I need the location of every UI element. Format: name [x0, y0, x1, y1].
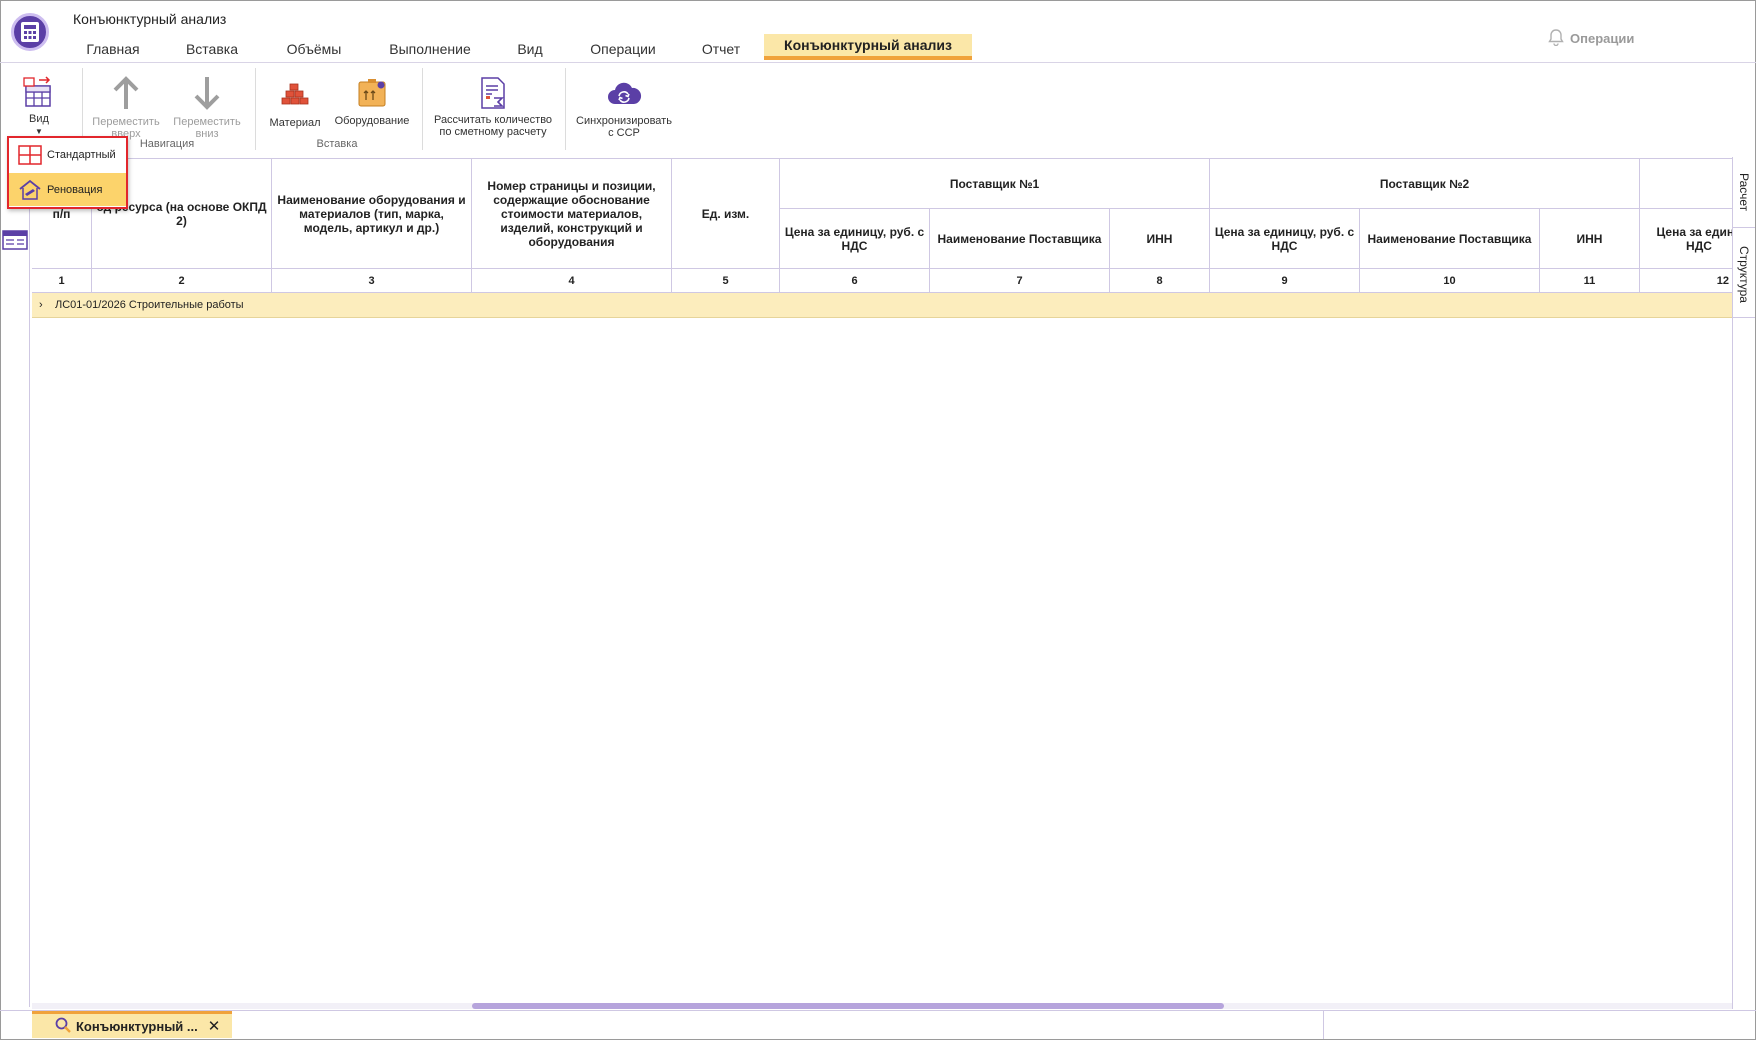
document-tab-label: Конъюнктурный ... [76, 1018, 198, 1034]
column-number: 8 [1110, 269, 1210, 293]
box-icon [356, 78, 388, 111]
sync-ssr-label: Синхронизировать [576, 115, 672, 127]
group-row-label: ЛС01-01/2026 Строительные работы [55, 299, 244, 311]
view-option-standard-label: Стандартный [47, 148, 116, 161]
view-option-renovation[interactable]: Реновация [9, 173, 126, 206]
tab-calculation-label: Расчет [1737, 173, 1751, 212]
standard-grid-icon [17, 144, 43, 166]
table-view-icon[interactable] [2, 229, 28, 251]
tab-view[interactable]: Вид [508, 36, 552, 62]
tab-report[interactable]: Отчет [692, 36, 750, 62]
tab-structure-label: Структура [1737, 246, 1751, 303]
header-inn-1[interactable]: ИНН [1110, 209, 1210, 269]
view-dropdown-menu: Стандартный Реновация [7, 136, 128, 209]
tab-execution[interactable]: Выполнение [380, 36, 480, 62]
sync-ssr-label-2: с ССР [608, 127, 640, 139]
view-button[interactable]: Вид ▼ [18, 76, 60, 138]
data-grid: п/п од ресурса (на основе ОКПД 2) Наимен… [32, 158, 1732, 1003]
document-tab[interactable]: Конъюнктурный ... ✕ [32, 1011, 232, 1038]
column-number: 11 [1540, 269, 1640, 293]
header-unit[interactable]: Ед. изм. [672, 159, 780, 269]
view-option-standard[interactable]: Стандартный [9, 138, 126, 171]
tab-insert[interactable]: Вставка [172, 36, 252, 62]
chevron-right-icon[interactable]: › [39, 299, 51, 311]
tab-structure[interactable]: Структура [1733, 232, 1755, 318]
header-price-2[interactable]: Цена за единицу, руб. с НДС [1210, 209, 1360, 269]
calc-quantity-button[interactable]: Рассчитать количество по сметному расчет… [430, 76, 556, 138]
move-down-label: Переместить [173, 116, 241, 128]
left-rail [0, 157, 30, 1007]
equipment-label: Оборудование [334, 115, 410, 127]
column-number: 5 [672, 269, 780, 293]
header-supplier-3[interactable] [1640, 159, 1732, 209]
bricks-icon [280, 80, 310, 111]
search-icon [55, 1017, 71, 1036]
header-inn-2[interactable]: ИНН [1540, 209, 1640, 269]
header-price-3-text: Цена за едини НДС [1656, 224, 1732, 253]
material-label: Материал [269, 117, 321, 129]
close-icon[interactable]: ✕ [208, 1017, 221, 1035]
column-number: 2 [92, 269, 272, 293]
arrow-down-icon [192, 76, 222, 113]
header-price-1[interactable]: Цена за единицу, руб. с НДС [780, 209, 930, 269]
bell-icon [1548, 28, 1564, 49]
header-price-3[interactable]: Цена за едини НДС [1640, 209, 1732, 269]
status-separator [1323, 1011, 1324, 1039]
header-supplier-name-2[interactable]: Наименование Поставщика [1360, 209, 1540, 269]
horizontal-scrollbar-thumb[interactable] [472, 1003, 1224, 1009]
app-logo-icon[interactable] [11, 13, 49, 51]
header-page-position[interactable]: Номер страницы и позиции, содержащие обо… [472, 159, 672, 269]
app-title: Конъюнктурный анализ [73, 11, 227, 27]
view-grid-icon [22, 76, 56, 111]
tab-volumes[interactable]: Объёмы [278, 36, 350, 62]
calc-quantity-label: Рассчитать количество [433, 114, 553, 126]
column-number: 12 [1640, 269, 1732, 293]
header-supplier-name-1[interactable]: Наименование Поставщика [930, 209, 1110, 269]
move-down-button[interactable]: Переместить вниз [171, 76, 243, 140]
view-option-renovation-label: Реновация [47, 183, 103, 196]
header-supplier-1[interactable]: Поставщик №1 [780, 159, 1210, 209]
cloud-sync-icon [606, 78, 642, 111]
table-row-group[interactable]: › ЛС01-01/2026 Строительные работы [32, 293, 1732, 318]
column-number: 6 [780, 269, 930, 293]
tab-operations[interactable]: Операции [580, 36, 666, 62]
tabs-divider [0, 62, 1756, 63]
header-item-name[interactable]: Наименование оборудования и материалов (… [272, 159, 472, 269]
sync-ssr-button[interactable]: Синхронизировать с ССР [570, 78, 678, 139]
column-number: 4 [472, 269, 672, 293]
insert-group-label: Вставка [316, 138, 358, 150]
bottom-divider [0, 1010, 1756, 1011]
view-label: Вид [29, 113, 49, 125]
ribbon-separator [565, 68, 566, 150]
move-up-label: Переместить [92, 116, 160, 128]
tab-home[interactable]: Главная [74, 36, 152, 62]
tab-calculation[interactable]: Расчет [1733, 158, 1755, 228]
column-number: 10 [1360, 269, 1540, 293]
tab-market-analysis[interactable]: Конъюнктурный анализ [764, 34, 972, 60]
calc-quantity-label-2: по сметному расчету [439, 126, 547, 138]
notifications-button[interactable]: Операции [1548, 28, 1634, 49]
material-button[interactable]: Материал [264, 80, 326, 129]
notifications-label: Операции [1570, 31, 1635, 46]
ribbon-separator [255, 68, 256, 150]
column-number: 7 [930, 269, 1110, 293]
arrow-up-icon [111, 76, 141, 113]
column-number: 3 [272, 269, 472, 293]
move-up-button[interactable]: Переместить вверх [90, 76, 162, 140]
column-number: 1 [32, 269, 92, 293]
renovation-house-icon [17, 179, 43, 201]
column-number: 9 [1210, 269, 1360, 293]
equipment-button[interactable]: Оборудование [332, 78, 412, 127]
ribbon-separator [422, 68, 423, 150]
calculate-sheet-icon [478, 76, 508, 113]
header-supplier-2[interactable]: Поставщик №2 [1210, 159, 1640, 209]
